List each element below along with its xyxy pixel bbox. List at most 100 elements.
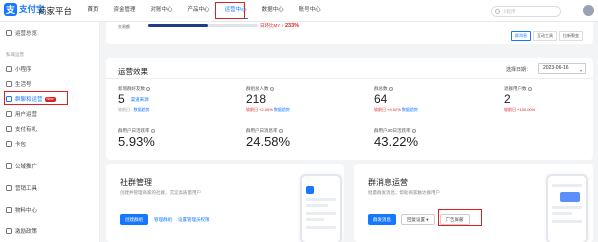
sidebar-item-public-promo[interactable]: 公域推广 [6,162,37,170]
tab-interaction-tools[interactable]: 互动工具 [533,31,557,41]
metric-value: 218 [246,92,267,106]
tab-group-message[interactable]: 群消息 [511,31,531,41]
chevron-down-icon: ▾ [426,216,429,222]
phone-preview-banner [560,192,580,202]
metric-compare: 较前日 - [118,107,133,113]
metric-value: 5.93% [118,134,155,149]
metric-label: 新增群好友数 [118,86,145,91]
manage-groups-link[interactable]: 管理群组 [154,217,172,223]
arrow-up-icon: ↑ [281,23,284,28]
sidebar-item-label: 公域推广 [15,164,38,170]
sidebar-item-lifeaccount[interactable]: 生活号 [6,80,32,88]
nav-account[interactable]: 账号中心 [291,0,328,22]
card-title: 社群管理 [120,178,152,187]
group-message-card: 群消息运营 批量群发消息，帮助商家触达群用户 群发消息 回复设置 ▾ 广告屏蔽 [354,164,593,242]
reply-settings-button[interactable]: 回复设置 ▾ [401,214,435,225]
life-account-icon [6,81,12,87]
chevron-down-icon: ▾ [579,68,582,73]
phone-preview-image [300,174,342,242]
metric-compare: 较前日 +100.00% [504,107,536,112]
sidebar: 运营总览 私域运营 小程序 生活号 群聊和运营 New 用户运营 支付有礼 卡包… [0,22,100,242]
sidebar-item-card[interactable]: 卡包 [6,140,26,148]
nav-funds[interactable]: 资金管理 [106,0,143,22]
user-icon [6,111,12,117]
search-input[interactable]: 小程序 [491,6,561,17]
sidebar-item-marketing-tools[interactable]: 营销工具 [6,184,37,192]
metric-label: 群用户30日活跃率 [374,128,411,133]
reply-settings-label: 回复设置 [407,216,425,222]
sidebar-item-user-ops[interactable]: 用户运营 [6,110,37,118]
admin-permission-link[interactable]: 设置管理员权限 [178,217,210,223]
nav-reconciliation[interactable]: 对账中心 [143,0,180,22]
metric-daily-message-rate: 群用户日消息率 24.58% [246,128,290,148]
metric-group-count: 群总数 64 较前日 +4.92% 数据趋势 [374,86,418,113]
highlight-box-ad-block [438,209,482,226]
help-icon[interactable] [278,128,283,133]
sidebar-item-label: 运营总览 [15,31,38,37]
phone-preview-line [552,212,572,215]
metric-value: 5 [118,92,125,106]
channel-source-link[interactable]: 渠道来源 [131,97,149,102]
effect-title: 运营效果 [118,67,148,76]
phone-preview-line [552,220,582,223]
trend-link[interactable]: 数据趋势 [274,107,290,112]
tab-fission[interactable]: 拉新裂变 [559,31,583,41]
help-icon[interactable] [411,128,416,133]
sidebar-item-label: 营销工具 [15,186,38,192]
date-value: 2023-06-16 [543,65,569,71]
strip-value-prefix: 日环比MY [260,23,281,28]
phone-preview-avatar [306,186,314,194]
metric-30day-active-rate: 群用户30日活跃率 43.22% [374,128,418,148]
sidebar-item-label: 小程序 [15,67,32,73]
create-group-button[interactable]: 创建群组 [120,214,148,225]
community-management-card: 社群管理 创建并管理商家的社群，沉淀高质量用户 创建群组 管理群组 设置管理员权… [106,164,344,242]
avatar[interactable] [583,5,594,16]
phone-preview-line [552,206,582,209]
metric-group-members: 群组总人数 218 较前日 +2.05% 数据趋势 [246,86,290,113]
help-icon[interactable] [388,86,393,91]
alipay-logo-icon: 支 [4,3,17,16]
help-icon[interactable] [146,86,150,91]
metric-value: 24.58% [246,134,291,149]
sidebar-item-overview[interactable]: 运营总览 [6,29,37,37]
metric-value: 43.22% [374,134,419,149]
help-icon[interactable] [150,128,155,133]
send-group-message-button[interactable]: 群发消息 [368,214,396,225]
phone-preview-line [552,184,582,187]
sidebar-item-label: 激励政策 [15,229,38,235]
phone-preview-line [306,212,336,215]
sidebar-item-materials[interactable]: 物料中心 [6,206,37,214]
strip-label: 交易额 [118,24,130,29]
highlight-box-nav [215,2,245,19]
nav-home[interactable]: 首页 [80,0,106,22]
search-icon [495,9,500,14]
grid-icon [6,30,12,36]
platform-title: 商家平台 [38,6,73,16]
sidebar-item-pay-gift[interactable]: 支付有礼 [6,125,37,133]
promo-icon [6,163,12,169]
sidebar-item-miniapp[interactable]: 小程序 [6,65,32,73]
phone-preview-line [306,198,336,201]
strip-value: 日环比MY ↑ 233% [260,23,299,29]
trend-link[interactable]: 数据趋势 [402,107,418,112]
strip-value-number: 233% [284,23,300,29]
metric-label: 群用户日消息率 [246,128,278,133]
metric-daily-active-rate: 群用户日活跃率 5.93% [118,128,155,148]
metric-label: 群总数 [374,86,388,91]
metric-quit-users: 退群用户数 2 较前日 +100.00% [504,86,535,113]
trend-link[interactable]: 数据趋势 [134,107,150,112]
help-icon[interactable] [269,86,274,91]
metric-value: 64 [374,92,388,106]
nav-products[interactable]: 产品中心 [180,0,217,22]
help-icon[interactable] [527,86,532,91]
sidebar-item-incentives[interactable]: 激励政策 [6,227,37,235]
top-nav: 首页 资金管理 对账中心 产品中心 运营中心 数据中心 账号中心 [80,0,328,22]
phone-preview-line [306,218,324,221]
sidebar-group-private: 私域运营 [6,52,24,57]
gift-icon [6,126,12,132]
nav-data[interactable]: 数据中心 [254,0,291,22]
miniapp-icon [6,66,12,72]
date-picker[interactable]: 2023-06-16 ▾ [538,63,586,74]
sidebar-item-label: 卡包 [15,142,27,148]
overview-strip: 交易额 日环比MY ↑ 233% 群消息 互动工具 拉新裂变 [106,22,593,44]
